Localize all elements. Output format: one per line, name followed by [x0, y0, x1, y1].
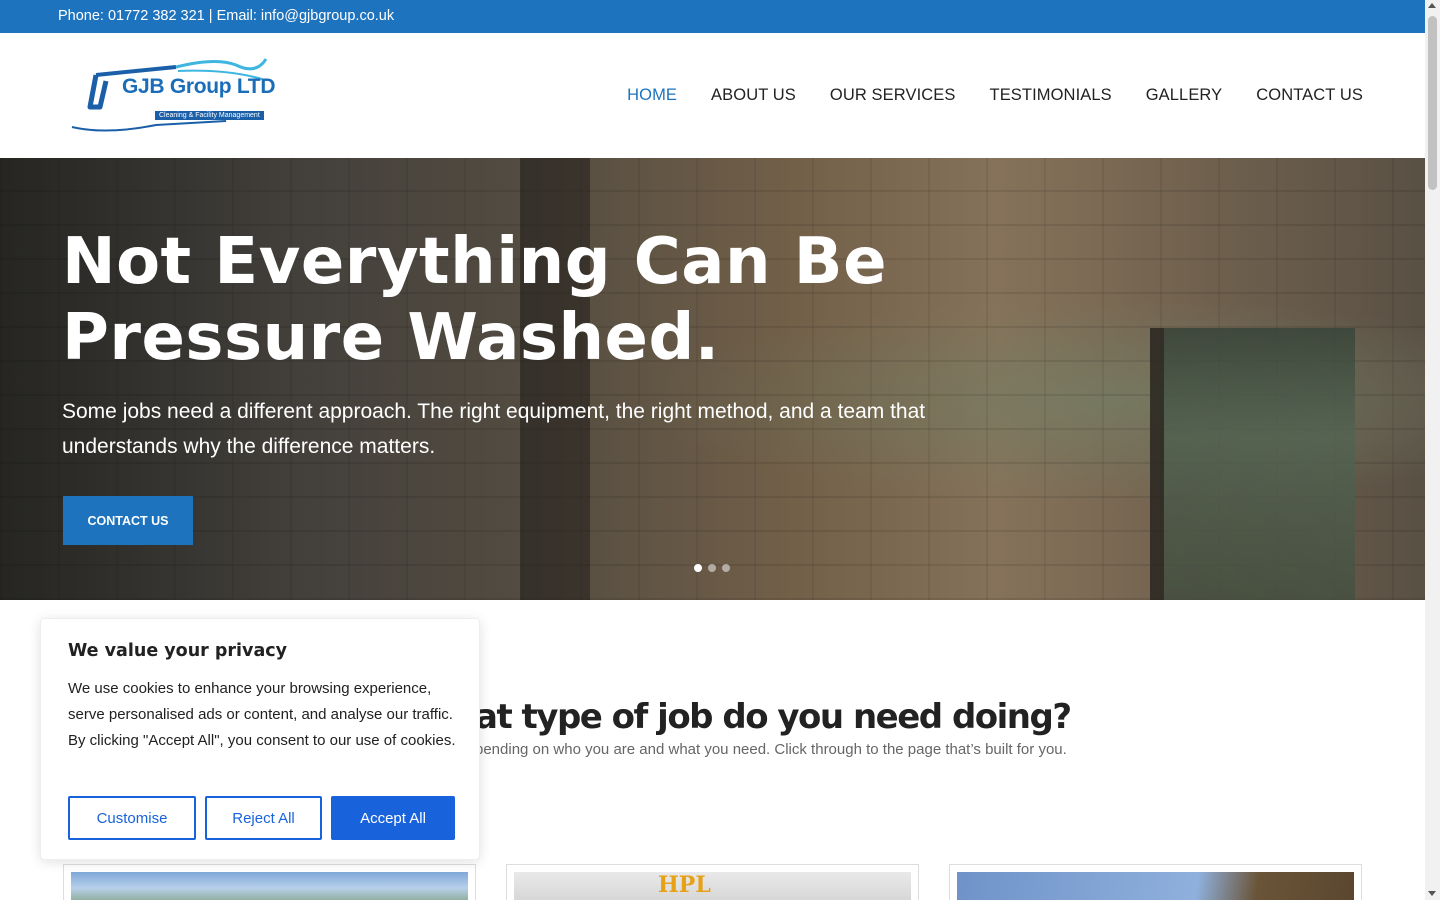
- contact-info: Phone: 01772 382 321 | Email: info@gjbgr…: [58, 8, 395, 24]
- cookie-consent-popup: We value your privacy We use cookies to …: [40, 618, 480, 860]
- scroll-down-arrow-icon[interactable]: [1428, 891, 1436, 896]
- slider-dot-2[interactable]: [708, 564, 716, 572]
- slider-dots: [694, 564, 730, 572]
- job-type-card-1[interactable]: [63, 864, 476, 900]
- scroll-up-arrow-icon[interactable]: [1428, 3, 1436, 8]
- cookie-title: We value your privacy: [68, 641, 288, 661]
- job-type-card-2[interactable]: HPL: [506, 864, 919, 900]
- section-subtitle: pending on who you are and what you need…: [475, 741, 1067, 758]
- card-image: HPL: [514, 872, 911, 900]
- scrollbar-thumb[interactable]: [1428, 16, 1437, 190]
- hero-heading: Not Everything Can Be Pressure Washed.: [62, 224, 962, 376]
- job-type-card-3[interactable]: [949, 864, 1362, 900]
- nav-our-services[interactable]: OUR SERVICES: [830, 86, 956, 105]
- site-header: GJB Group LTD Cleaning & Facility Manage…: [0, 33, 1425, 158]
- card-image: [957, 872, 1354, 900]
- cookie-customise-button[interactable]: Customise: [68, 796, 196, 840]
- nav-home[interactable]: HOME: [627, 86, 677, 105]
- logo-name: GJB Group LTD: [122, 75, 276, 98]
- nav-about-us[interactable]: ABOUT US: [711, 86, 796, 105]
- hero-body: Some jobs need a different approach. The…: [62, 400, 926, 458]
- card-image: [71, 872, 468, 900]
- slider-dot-1[interactable]: [694, 564, 702, 572]
- page-scrollbar[interactable]: [1425, 0, 1440, 900]
- nav-gallery[interactable]: GALLERY: [1146, 86, 1223, 105]
- slider-dot-3[interactable]: [722, 564, 730, 572]
- hero-heading-line2: Pressure Washed.: [62, 301, 720, 375]
- section-title: at type of job do you need doing?: [475, 697, 1072, 737]
- hero-heading-line1: Not Everything Can Be: [62, 225, 887, 299]
- top-contact-bar: Phone: 01772 382 321 | Email: info@gjbgr…: [0, 0, 1425, 33]
- nav-testimonials[interactable]: TESTIMONIALS: [990, 86, 1112, 105]
- hero-contact-button[interactable]: CONTACT US: [63, 496, 193, 545]
- main-nav: HOME ABOUT US OUR SERVICES TESTIMONIALS …: [627, 33, 1363, 158]
- cookie-buttons: Customise Reject All Accept All: [68, 796, 455, 840]
- cookie-body: We use cookies to enhance your browsing …: [68, 680, 456, 749]
- hero-slider: Not Everything Can Be Pressure Washed. S…: [0, 158, 1425, 600]
- site-logo[interactable]: GJB Group LTD Cleaning & Facility Manage…: [66, 55, 292, 133]
- nav-contact-us[interactable]: CONTACT US: [1256, 86, 1363, 105]
- logo-tagline: Cleaning & Facility Management: [155, 111, 264, 120]
- card-image-sign-text: HPL: [658, 872, 711, 898]
- cookie-accept-button[interactable]: Accept All: [331, 796, 455, 840]
- cookie-reject-button[interactable]: Reject All: [205, 796, 322, 840]
